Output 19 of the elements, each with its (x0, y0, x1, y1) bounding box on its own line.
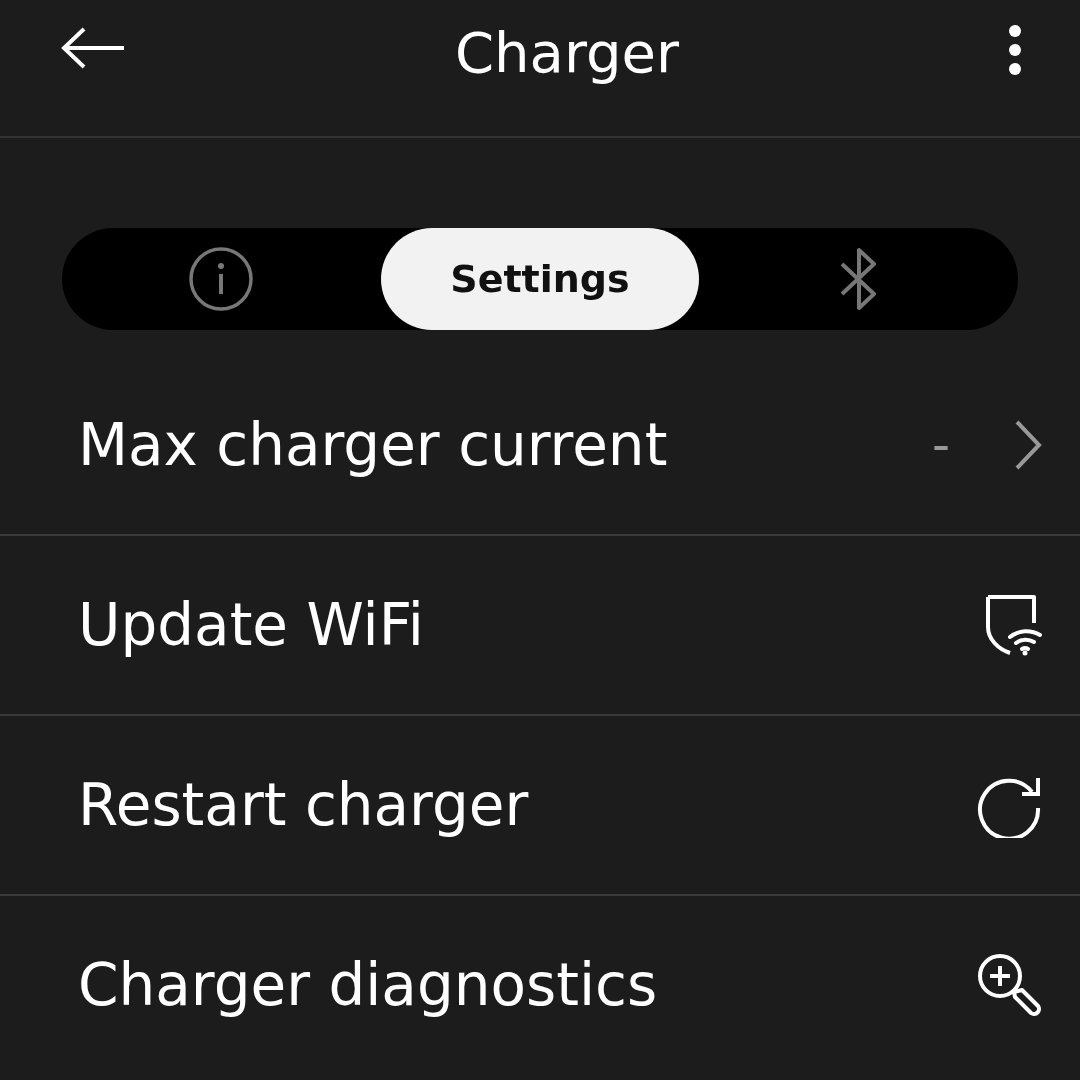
chevron-right-icon (1014, 419, 1042, 471)
settings-row[interactable]: Charger diagnostics (0, 896, 1080, 1074)
shield-wifi-icon (984, 593, 1042, 657)
settings-row[interactable]: Update WiFi (0, 536, 1080, 716)
row-value: - (931, 416, 950, 474)
back-arrow-icon (60, 26, 126, 70)
screen-title: Charger (455, 19, 679, 85)
row-label: Update WiFi (78, 591, 425, 659)
settings-row[interactable]: Restart charger (0, 716, 1080, 896)
settings-row[interactable]: Max charger current - (0, 356, 1080, 536)
settings-tab[interactable]: Settings (380, 228, 700, 330)
more-options-icon (1008, 24, 1022, 76)
row-label: Restart charger (78, 771, 530, 839)
info-icon (188, 246, 255, 312)
zoom-in-icon (976, 952, 1042, 1018)
row-label: Charger diagnostics (78, 951, 659, 1019)
row-label: Max charger current (78, 411, 669, 479)
more-options-button[interactable] (1008, 24, 1022, 76)
back-button[interactable] (60, 26, 126, 70)
